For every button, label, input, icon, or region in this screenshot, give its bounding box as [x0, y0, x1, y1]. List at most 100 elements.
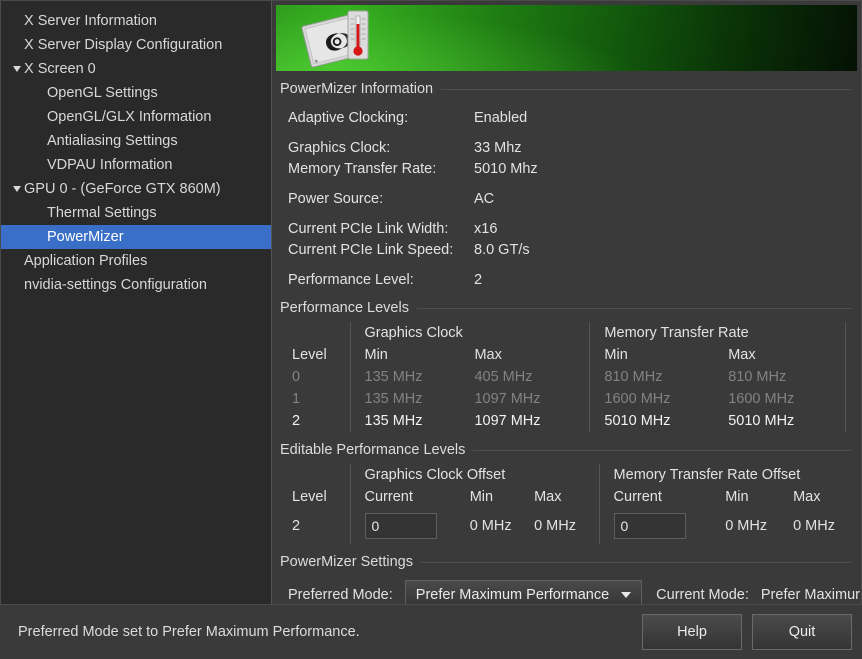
column-header-cell: Min	[349, 344, 475, 366]
column-header-cell: Min	[469, 489, 494, 505]
chevron-down-icon[interactable]	[9, 177, 24, 201]
sidebar-item-label: Application Profiles	[24, 253, 148, 269]
sidebar-item-gpu-0-geforce-gtx-860m[interactable]: GPU 0 - (GeForce GTX 860M)	[1, 177, 271, 201]
graphics-clock-offset-max-cell: 0 MHz	[534, 518, 576, 534]
sidebar-item-application-profiles[interactable]: Application Profiles	[1, 249, 271, 273]
level-cell: 1	[292, 391, 301, 407]
column-header-cell: Level	[292, 489, 327, 505]
info-value: x16	[474, 220, 498, 237]
info-row: Power Source: AC	[288, 188, 861, 209]
section-header-powermizer-information: PowerMizer Information	[272, 81, 861, 97]
info-value: AC	[474, 190, 495, 207]
info-row: Current PCIe Link Speed: 8.0 GT/s	[288, 239, 861, 260]
section-title: PowerMizer Information	[280, 81, 434, 97]
section-rule	[473, 449, 851, 451]
sidebar-item-label: Antialiasing Settings	[47, 133, 178, 149]
editable-performance-levels-table: Graphics Clock Offset Memory Transfer Rat…	[288, 464, 861, 544]
column-header-cell: Current	[598, 486, 726, 508]
group-header-cell: Memory Transfer Rate	[589, 322, 846, 344]
section-rule	[416, 307, 851, 309]
sidebar-item-nvidia-settings-configuration[interactable]: nvidia-settings Configuration	[1, 273, 271, 297]
preferred-mode-label: Preferred Mode:	[288, 586, 393, 603]
sidebar-item-label: X Screen 0	[24, 61, 96, 77]
section-title: Editable Performance Levels	[280, 442, 466, 458]
content-pane: PowerMizer Information Adaptive Clocking…	[272, 0, 862, 605]
memory-rate-offset-current-cell	[598, 508, 726, 544]
column-header-cell: Max	[474, 347, 502, 363]
powermizer-settings-row: Preferred Mode: Prefer Maximum Performan…	[288, 580, 861, 604]
graphics-clock-offset-current-cell	[349, 508, 470, 544]
graphics-clock-max-cell: 1097 MHz	[474, 413, 541, 429]
info-key: Performance Level:	[288, 271, 414, 288]
current-mode-value: Prefer Maximur	[760, 586, 860, 603]
help-button[interactable]: Help	[642, 614, 742, 650]
table-edge	[844, 366, 861, 388]
table-edge	[844, 388, 861, 410]
sidebar-item-label: OpenGL/GLX Information	[47, 109, 212, 125]
level-cell: 2	[292, 413, 301, 429]
chevron-down-icon[interactable]	[9, 57, 24, 81]
info-value: 8.0 GT/s	[474, 241, 530, 258]
info-row: Adaptive Clocking: Enabled	[288, 107, 861, 128]
column-header-cell: Max	[793, 489, 821, 505]
memory-rate-offset-min-cell: 0 MHz	[725, 518, 768, 534]
memory-rate-min-cell: 1600 MHz	[589, 388, 729, 410]
group-header-cell: Graphics Clock Offset	[349, 464, 600, 486]
sidebar-item-x-screen-0[interactable]: X Screen 0	[1, 57, 271, 81]
info-key: Current PCIe Link Speed:	[288, 241, 454, 258]
sidebar-item-label: GPU 0 - (GeForce GTX 860M)	[24, 181, 221, 197]
column-header-cell: Level	[292, 347, 327, 363]
sidebar-item-powermizer[interactable]: PowerMizer	[1, 225, 271, 249]
sidebar-item-label: PowerMizer	[47, 229, 124, 245]
sidebar-item-label: VDPAU Information	[47, 157, 173, 173]
sidebar-item-label: Thermal Settings	[47, 205, 157, 221]
spacer-cell	[288, 464, 350, 486]
navigation-tree[interactable]: X Server Information X Server Display Con…	[0, 0, 272, 605]
sidebar-item-label: nvidia-settings Configuration	[24, 277, 207, 293]
table-edge	[844, 344, 861, 366]
section-title: PowerMizer Settings	[280, 554, 413, 570]
section-header-powermizer-settings: PowerMizer Settings	[272, 554, 861, 570]
info-row: Performance Level: 2	[288, 269, 861, 290]
section-title: Performance Levels	[280, 300, 409, 316]
info-key: Memory Transfer Rate:	[288, 160, 437, 177]
table-row: 2 135 MHz 1097 MHz 5010 MHz 5010 MHz	[288, 410, 861, 432]
graphics-clock-offset-input[interactable]	[364, 513, 437, 539]
preferred-mode-dropdown[interactable]: Prefer Maximum Performance	[404, 580, 643, 604]
graphics-clock-max-cell: 405 MHz	[474, 369, 533, 385]
sidebar-item-vdpau-information[interactable]: VDPAU Information	[1, 153, 271, 177]
memory-rate-min-cell: 5010 MHz	[589, 410, 729, 432]
graphics-clock-max-cell: 1097 MHz	[474, 391, 541, 407]
sidebar-item-x-server-display-configuration[interactable]: X Server Display Configuration	[1, 33, 271, 57]
column-header-cell: Min	[725, 489, 749, 505]
sidebar-item-opengl-glx-information[interactable]: OpenGL/GLX Information	[1, 105, 271, 129]
table-row: 1 135 MHz 1097 MHz 1600 MHz 1600 MHz	[288, 388, 861, 410]
info-value: 33 Mhz	[474, 139, 522, 156]
main-body: X Server Information X Server Display Con…	[0, 0, 862, 605]
sidebar-item-label: X Server Display Configuration	[24, 37, 223, 53]
column-header-cell: Max	[728, 347, 756, 363]
group-header-cell: Memory Transfer Rate Offset	[598, 464, 861, 486]
sidebar-item-opengl-settings[interactable]: OpenGL Settings	[1, 81, 271, 105]
sidebar-item-thermal-settings[interactable]: Thermal Settings	[1, 201, 271, 225]
powermizer-info-list: Adaptive Clocking: Enabled Graphics Clock:…	[288, 107, 861, 290]
sidebar-item-x-server-information[interactable]: X Server Information	[1, 9, 271, 33]
quit-button[interactable]: Quit	[752, 614, 852, 650]
memory-rate-max-cell: 810 MHz	[728, 369, 787, 385]
level-cell: 0	[292, 369, 301, 385]
section-rule	[441, 88, 851, 90]
sidebar-item-antialiasing-settings[interactable]: Antialiasing Settings	[1, 129, 271, 153]
table-row: 2 0 MHz 0 MHz 0 MHz 0 MHz	[288, 508, 861, 544]
memory-transfer-rate-offset-input[interactable]	[613, 513, 686, 539]
table-column-header-row: Level Min Max Min Max	[288, 344, 861, 366]
info-key: Graphics Clock:	[288, 139, 391, 156]
spacer-cell	[288, 322, 350, 344]
performance-levels-table: Graphics Clock Memory Transfer Rate Level M…	[288, 322, 861, 432]
graphics-clock-min-cell: 135 MHz	[349, 388, 475, 410]
group-header-cell: Graphics Clock	[349, 322, 590, 344]
